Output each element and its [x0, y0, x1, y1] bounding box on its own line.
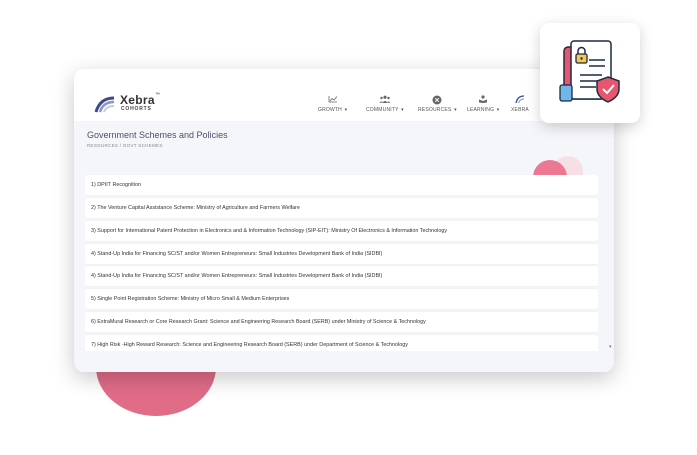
scheme-item[interactable]: 6) ExtraMural Research or Core Research … — [85, 312, 598, 333]
breadcrumb[interactable]: RESOURCES / GOVT SCHEMES — [87, 143, 163, 148]
chevron-down-icon: ▾ — [401, 107, 404, 113]
learning-icon — [479, 95, 488, 103]
nav-label: GROWTH — [318, 107, 342, 113]
scroll-down-arrow[interactable]: ▾ — [609, 344, 612, 350]
secure-document-icon — [559, 40, 620, 103]
rainbow-logo-icon — [94, 96, 115, 113]
xebra-logo[interactable]: Xebra ™ COHORTS — [94, 92, 178, 118]
xebra-logo-icon — [515, 95, 525, 103]
scheme-item[interactable]: 7) High Risk -High Reward Research: Scie… — [85, 334, 598, 351]
secure-document-tile — [540, 23, 640, 123]
nav-item-resources[interactable]: RESOURCES ▾ — [418, 95, 457, 113]
brand-subtitle: COHORTS — [121, 106, 152, 112]
nav-item-growth[interactable]: GROWTH ▾ — [318, 95, 347, 113]
scheme-item[interactable]: 1) DPIIT Recognition — [85, 175, 598, 195]
nav-label: RESOURCES — [418, 107, 452, 113]
nav-item-xebra[interactable]: XEBRA — [511, 95, 529, 113]
trademark-symbol: ™ — [155, 92, 160, 98]
top-navbar: Xebra ™ COHORTS GROWTH ▾ COMMUNITY ▾ RES… — [74, 69, 614, 121]
scheme-item[interactable]: 5) Single Point Registration Scheme: Min… — [85, 289, 598, 310]
nav-item-learning[interactable]: LEARNING ▾ — [467, 95, 499, 113]
community-icon — [379, 95, 391, 103]
scheme-item[interactable]: 2) The Venture Capital Assistance Scheme… — [85, 197, 598, 218]
page-title: Government Schemes and Policies — [87, 130, 228, 140]
app-window: Xebra ™ COHORTS GROWTH ▾ COMMUNITY ▾ RES… — [74, 69, 614, 372]
nav-label: LEARNING — [467, 107, 495, 113]
scheme-item[interactable]: 3) Support for International Patent Prot… — [85, 220, 598, 241]
chevron-down-icon: ▾ — [454, 107, 457, 113]
chevron-down-icon: ▾ — [344, 107, 348, 113]
schemes-list[interactable]: 1) DPIIT Recognition 2) The Venture Capi… — [85, 175, 598, 351]
nav-label: XEBRA — [511, 107, 529, 113]
nav-item-community[interactable]: COMMUNITY ▾ — [366, 95, 404, 113]
scheme-item[interactable]: 4) Stand-Up India for Financing SC/ST an… — [85, 243, 598, 264]
chevron-down-icon: ▾ — [496, 107, 500, 113]
nav-label: COMMUNITY — [366, 107, 399, 113]
scheme-item[interactable]: 4) Stand-Up India for Financing SC/ST an… — [85, 266, 598, 287]
brand-name: Xebra — [120, 93, 155, 107]
resources-icon — [432, 95, 442, 105]
growth-chart-icon — [328, 96, 337, 103]
